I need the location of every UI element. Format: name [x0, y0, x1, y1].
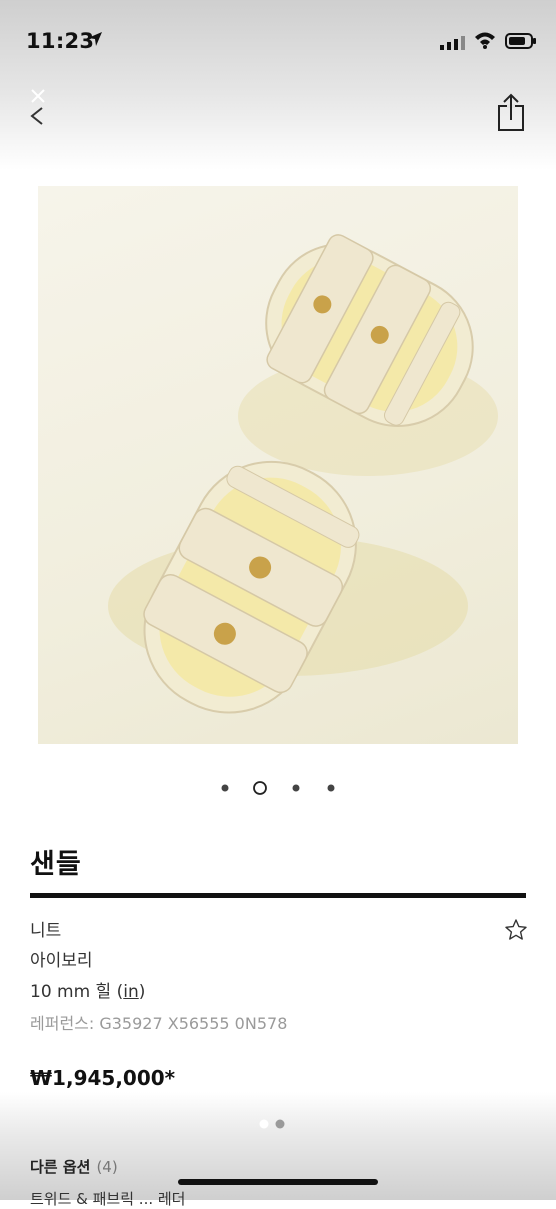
- carousel-dot: [292, 784, 300, 792]
- favorite-star-icon[interactable]: [504, 918, 528, 942]
- location-arrow-icon: [88, 32, 102, 46]
- option-tabs-cut: 트위드 & 패브릭 ... 레더: [30, 1190, 186, 1208]
- carousel-dot-active: [253, 781, 267, 795]
- status-bar: 11:23: [0, 0, 556, 80]
- carousel-dot: [221, 784, 229, 792]
- heel-text: 10 mm 힐 (: [30, 982, 124, 1002]
- product-material: 니트: [30, 921, 62, 941]
- product-title: 샌들: [30, 849, 82, 880]
- carousel-dot: [327, 784, 335, 792]
- title-divider: [30, 893, 526, 898]
- back-button[interactable]: [22, 86, 56, 130]
- product-heel: 10 mm 힐 (in): [30, 977, 145, 1002]
- home-indicator: [178, 1179, 378, 1185]
- product-price: ₩1,945,000*: [30, 1066, 176, 1090]
- other-options-label: 다른 옵션: [30, 1158, 91, 1176]
- sandal-illustration: [108, 234, 498, 714]
- product-color: 아이보리: [30, 951, 93, 971]
- product-reference: 레퍼런스: G35927 X56555 0N578: [30, 1014, 288, 1033]
- heel-suffix: ): [138, 982, 146, 1002]
- battery-icon: [505, 33, 536, 49]
- share-button[interactable]: [496, 92, 526, 132]
- other-options[interactable]: 다른 옵션 (4): [30, 1156, 118, 1177]
- wifi-icon: [475, 32, 495, 49]
- page-indicator: [259, 1119, 285, 1129]
- unit-toggle-link[interactable]: in: [123, 982, 139, 1002]
- signal-icon: [440, 36, 465, 50]
- nav-bar: [0, 80, 556, 150]
- product-image[interactable]: [38, 186, 518, 744]
- status-time: 11:23: [26, 29, 95, 53]
- other-options-count: (4): [96, 1158, 118, 1176]
- carousel-indicator: [221, 781, 335, 795]
